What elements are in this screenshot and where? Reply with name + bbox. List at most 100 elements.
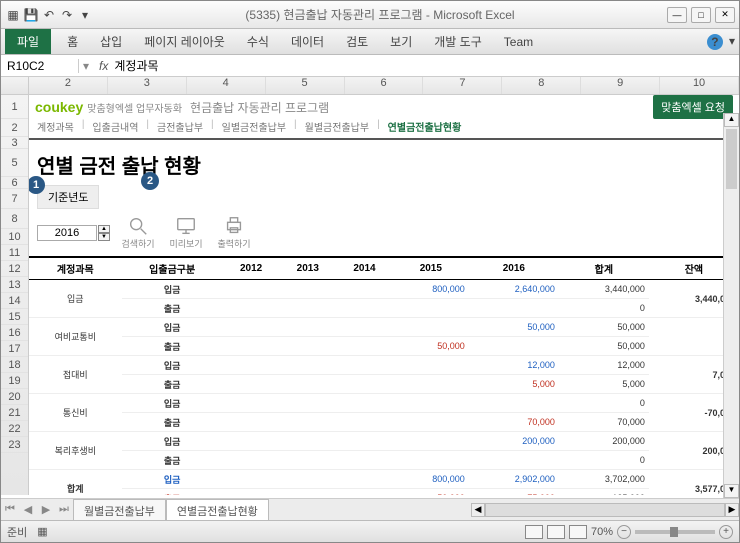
select-all-corner[interactable] <box>1 77 29 94</box>
row-header[interactable]: 16 <box>1 325 28 341</box>
zoom-in-icon[interactable]: + <box>719 525 733 539</box>
excel-icon: ▦ <box>5 7 21 23</box>
col-header[interactable]: 9 <box>581 77 660 94</box>
value-cell <box>469 451 559 470</box>
undo-icon[interactable]: ↶ <box>41 7 57 23</box>
col-header[interactable]: 4 <box>187 77 266 94</box>
print-button[interactable]: 출력하기 <box>214 215 254 250</box>
horizontal-scrollbar[interactable]: ◀ ▶ <box>471 503 739 517</box>
row-header[interactable]: 21 <box>1 405 28 421</box>
hscroll-right-icon[interactable]: ▶ <box>725 503 739 517</box>
type-cell: 출금 <box>122 337 223 356</box>
col-header[interactable]: 8 <box>502 77 581 94</box>
row-header[interactable]: 11 <box>1 245 28 261</box>
row-header[interactable]: 10 <box>1 229 28 245</box>
sheet-nav-next-icon[interactable]: ▶ <box>37 503 55 516</box>
col-header[interactable]: 2 <box>29 77 108 94</box>
sheet-nav-prev-icon[interactable]: ◀ <box>19 503 37 516</box>
fx-icon[interactable]: fx <box>99 59 108 73</box>
nav-tab[interactable]: 월별금전출납부 <box>303 119 371 134</box>
col-header[interactable]: 3 <box>108 77 187 94</box>
row-header[interactable]: 8 <box>1 209 28 229</box>
view-normal-icon[interactable] <box>525 525 543 539</box>
request-button[interactable]: 맞춤엑셀 요청 <box>653 95 733 119</box>
save-icon[interactable]: 💾 <box>23 7 39 23</box>
scroll-up-icon[interactable]: ▲ <box>724 113 739 127</box>
ribbon-minimize-icon[interactable]: ▾ <box>729 34 735 50</box>
sheet-nav-first-icon[interactable]: ⏮ <box>1 503 19 516</box>
col-header[interactable]: 10 <box>660 77 739 94</box>
spin-down-icon[interactable]: ▼ <box>98 233 110 241</box>
col-header[interactable]: 6 <box>345 77 424 94</box>
spin-up-icon[interactable]: ▲ <box>98 225 110 233</box>
account-cell: 여비교통비 <box>29 318 122 356</box>
row-header[interactable]: 15 <box>1 309 28 325</box>
view-pagebreak-icon[interactable] <box>569 525 587 539</box>
tab-pagelayout[interactable]: 페이지 레이아웃 <box>138 31 231 52</box>
nav-tab[interactable]: 연별금전출납현황 <box>386 119 464 134</box>
col-header[interactable]: 7 <box>423 77 502 94</box>
hscroll-left-icon[interactable]: ◀ <box>471 503 485 517</box>
row-header[interactable]: 20 <box>1 389 28 405</box>
help-icon[interactable]: ? <box>707 34 723 50</box>
namebox-dropdown-icon[interactable]: ▾ <box>79 59 93 73</box>
nav-tab[interactable]: 입출금내역 <box>90 119 140 134</box>
value-cell <box>336 432 393 451</box>
tab-formulas[interactable]: 수식 <box>241 31 275 52</box>
row-header[interactable]: 12 <box>1 261 28 277</box>
nav-tab[interactable]: 일별금전출납부 <box>220 119 288 134</box>
nav-tab[interactable]: 금전출납부 <box>155 119 205 134</box>
tab-developer[interactable]: 개발 도구 <box>428 31 488 52</box>
zoom-slider[interactable] <box>635 530 715 534</box>
col-header[interactable]: 5 <box>266 77 345 94</box>
zoom-level[interactable]: 70% <box>591 526 613 538</box>
row-header[interactable]: 6 <box>1 177 28 189</box>
account-cell: 접대비 <box>29 356 122 394</box>
sheet-tab[interactable]: 월별금전출납부 <box>73 499 166 522</box>
qat-dropdown-icon[interactable]: ▾ <box>77 7 93 23</box>
table-header: 2013 <box>279 257 336 280</box>
redo-icon[interactable]: ↷ <box>59 7 75 23</box>
year-input[interactable] <box>37 225 97 241</box>
row-header[interactable]: 2 <box>1 119 28 137</box>
scroll-down-icon[interactable]: ▼ <box>724 484 739 498</box>
row-header[interactable]: 14 <box>1 293 28 309</box>
value-cell: 800,000 <box>393 470 469 489</box>
tab-data[interactable]: 데이터 <box>285 31 330 52</box>
row-header[interactable]: 23 <box>1 437 28 453</box>
row-header[interactable]: 3 <box>1 137 28 149</box>
row-header[interactable]: 19 <box>1 373 28 389</box>
maximize-button[interactable]: □ <box>691 7 711 23</box>
hscroll-track[interactable] <box>485 503 725 517</box>
file-tab[interactable]: 파일 <box>5 29 51 54</box>
row-header[interactable]: 17 <box>1 341 28 357</box>
row-header[interactable]: 7 <box>1 189 28 209</box>
vertical-scrollbar[interactable]: ▲ ▼ <box>723 113 739 498</box>
tab-view[interactable]: 보기 <box>384 31 418 52</box>
formula-input[interactable]: 계정과목 <box>114 57 158 74</box>
row-header[interactable]: 18 <box>1 357 28 373</box>
view-pagelayout-icon[interactable] <box>547 525 565 539</box>
tab-team[interactable]: Team <box>498 33 539 51</box>
tab-review[interactable]: 검토 <box>340 31 374 52</box>
minimize-button[interactable]: — <box>667 7 687 23</box>
search-button[interactable]: 검색하기 <box>118 215 158 250</box>
row-header[interactable]: 13 <box>1 277 28 293</box>
name-box[interactable]: R10C2 <box>1 59 79 73</box>
tab-home[interactable]: 홈 <box>61 31 84 52</box>
close-button[interactable]: ✕ <box>715 7 735 23</box>
brand-bar: coukey 맞춤형엑셀 업무자동화 현금출납 자동관리 프로그램 맞춤엑셀 요… <box>29 95 739 119</box>
sheet-nav-last-icon[interactable]: ⏭ <box>55 503 73 516</box>
tab-insert[interactable]: 삽입 <box>94 31 128 52</box>
macro-icon[interactable]: ▦ <box>37 525 47 538</box>
row-header[interactable]: 1 <box>1 95 28 119</box>
row-header[interactable]: 5 <box>1 149 28 177</box>
value-cell: 200,000 <box>559 432 649 451</box>
sheet-tab[interactable]: 연별금전출납현황 <box>166 499 269 522</box>
value-cell: 50,000 <box>393 489 469 496</box>
nav-tab[interactable]: 계정과목 <box>35 119 76 134</box>
row-header[interactable]: 22 <box>1 421 28 437</box>
scroll-thumb[interactable] <box>726 129 737 189</box>
zoom-out-icon[interactable]: − <box>617 525 631 539</box>
preview-button[interactable]: 미리보기 <box>166 215 206 250</box>
